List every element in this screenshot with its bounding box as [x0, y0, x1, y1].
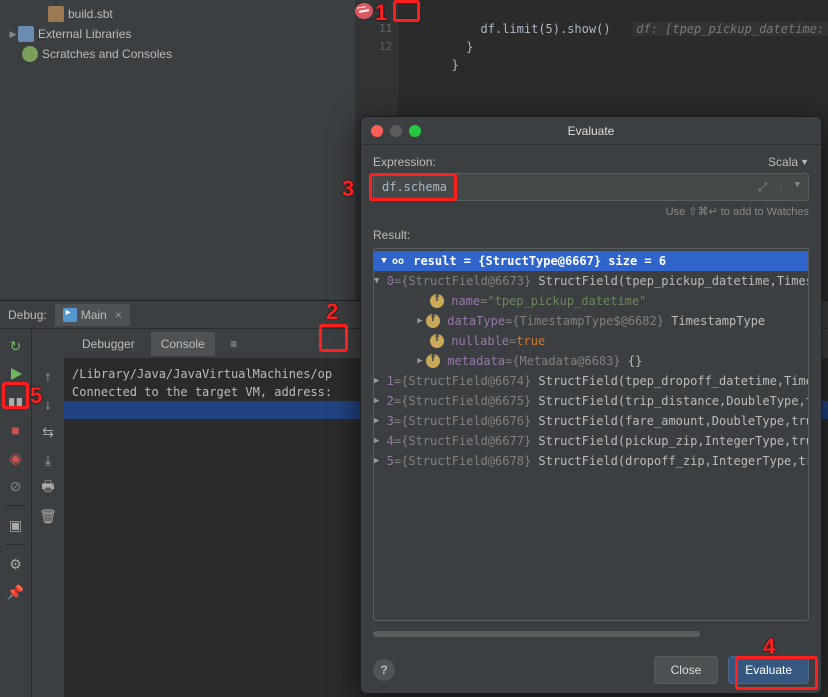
stop-icon[interactable]: ■ [5, 419, 27, 441]
evaluate-button[interactable]: Evaluate [728, 656, 809, 684]
debug-left-rail: ↻ ▮▮ ■ ◉ ⊘ ▣ ⚙ 📌 [0, 329, 32, 697]
result-child[interactable]: ▶ 3 = {StructField@6676} StructField(far… [374, 411, 808, 431]
dialog-titlebar[interactable]: Evaluate [361, 117, 821, 145]
view-breakpoints-icon[interactable]: ◉ [5, 447, 27, 469]
editor-line: df.limit(5).show() df: [tpep_pickup_date… [398, 2, 828, 20]
expand-icon[interactable]: ⤢ [758, 180, 768, 195]
inlay-hint: df: [tpep_pickup_datetime: [632, 22, 828, 36]
close-icon[interactable]: × [115, 308, 122, 322]
tree-item-build-sbt[interactable]: build.sbt [0, 4, 355, 24]
tree-item-label: build.sbt [68, 7, 113, 21]
debug-title: Debug: [8, 308, 47, 322]
prop-icon [430, 294, 444, 308]
line-number: 11 [379, 20, 398, 38]
line-number: 12 [379, 38, 398, 56]
result-tree[interactable]: ▼ oo result = {StructType@6667} size = 6… [373, 248, 809, 621]
settings-icon[interactable]: ⚙ [5, 553, 27, 575]
result-root[interactable]: ▼ oo result = {StructType@6667} size = 6 [374, 251, 808, 271]
close-button[interactable]: Close [654, 656, 719, 684]
result-label: Result: [373, 228, 809, 242]
pin-icon[interactable]: 📌 [5, 581, 27, 603]
prop-icon [426, 314, 440, 328]
result-field[interactable]: ▶ metadata = {Metadata@6683} {} [374, 351, 808, 371]
debug-left-rail-2: ↑ ↓ ⇆ ⤓ 🖶 🗑 [32, 329, 64, 697]
result-child[interactable]: ▼ 0 = {StructField@6673} StructField(tpe… [374, 271, 808, 291]
pause-icon[interactable]: ▮▮ [5, 391, 27, 413]
print-icon[interactable]: 🖶 [37, 477, 59, 499]
result-root-label: result = {StructType@6667} size = 6 [413, 254, 666, 268]
tree-item-label: Scratches and Consoles [42, 47, 172, 61]
dialog-footer: ? Close Evaluate [361, 647, 821, 693]
result-field[interactable]: ▶ dataType = {TimestampType$@6682} Times… [374, 311, 808, 331]
result-child[interactable]: ▶ 1 = {StructField@6674} StructField(tpe… [374, 371, 808, 391]
chevron-right-icon: ▶ [8, 29, 18, 40]
language-selector[interactable]: Scala▼ [768, 155, 809, 169]
expression-label: Expression: [373, 155, 436, 169]
scroll-to-end-icon[interactable]: ⤓ [37, 449, 59, 471]
scratch-icon [22, 46, 38, 62]
prop-icon [426, 354, 440, 368]
library-icon [18, 26, 34, 42]
tree-item-scratches[interactable]: Scratches and Consoles [0, 44, 355, 64]
up-arrow-icon[interactable]: ↑ [37, 365, 59, 387]
wrap-icon[interactable]: ⇆ [37, 421, 59, 443]
chevron-down-icon: ▼ [378, 256, 390, 266]
history-dropdown-icon[interactable]: ▼ [795, 180, 800, 195]
debug-run-tab[interactable]: Main × [55, 304, 130, 326]
horizontal-scrollbar[interactable] [373, 629, 809, 639]
expression-value: df.schema [382, 180, 447, 194]
trash-icon[interactable]: 🗑 [37, 505, 59, 527]
resume-button[interactable] [5, 363, 27, 385]
run-config-icon [63, 308, 77, 322]
tab-debugger[interactable]: Debugger [72, 332, 145, 356]
prop-icon [430, 334, 444, 348]
tree-item-label: External Libraries [38, 27, 131, 41]
chevron-right-icon: ▶ [414, 356, 426, 366]
mute-breakpoints-icon[interactable]: ⊘ [5, 475, 27, 497]
debug-run-tab-label: Main [81, 308, 107, 322]
camera-icon[interactable]: ▣ [5, 514, 27, 536]
down-arrow-icon[interactable]: ↓ [37, 393, 59, 415]
threads-list-icon[interactable]: ≡ [221, 331, 247, 357]
line-number [379, 2, 398, 20]
tab-console[interactable]: Console [151, 332, 215, 356]
rerun-icon[interactable]: ↻ [5, 335, 27, 357]
chevron-right-icon: ▶ [414, 316, 426, 326]
result-child[interactable]: ▶ 2 = {StructField@6675} StructField(tri… [374, 391, 808, 411]
expression-input[interactable]: df.schema ⤢ | ▼ [373, 173, 809, 201]
help-button[interactable]: ? [373, 659, 395, 681]
breakpoint-icon[interactable] [355, 3, 373, 19]
result-field[interactable]: name = "tpep_pickup_datetime" [374, 291, 808, 311]
result-child[interactable]: ▶ 5 = {StructField@6678} StructField(dro… [374, 451, 808, 471]
watch-hint: Use ⇧⌘↵ to add to Watches [373, 205, 809, 218]
result-field[interactable]: nullable = true [374, 331, 808, 351]
evaluate-dialog: Evaluate Expression: Scala▼ df.schema ⤢ … [360, 116, 822, 694]
result-child[interactable]: ▶ 4 = {StructField@6677} StructField(pic… [374, 431, 808, 451]
object-icon: oo [390, 256, 406, 267]
sbt-file-icon [48, 6, 64, 22]
chevron-down-icon: ▼ [800, 157, 809, 167]
dialog-title: Evaluate [361, 124, 821, 138]
tree-item-external-libraries[interactable]: ▶ External Libraries [0, 24, 355, 44]
scrollbar-thumb[interactable] [373, 631, 700, 637]
project-tree: build.sbt ▶ External Libraries Scratches… [0, 0, 355, 300]
